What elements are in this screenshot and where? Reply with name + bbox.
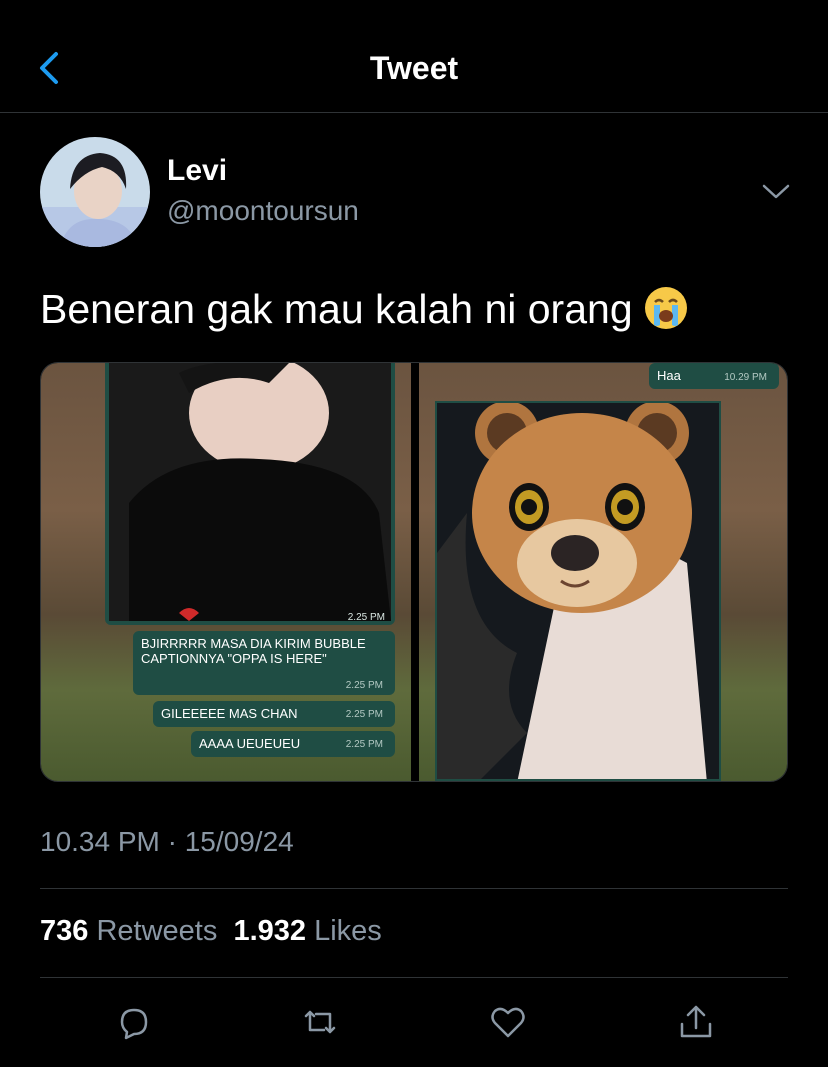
avatar[interactable] — [40, 137, 150, 247]
like-icon[interactable] — [488, 1002, 528, 1042]
retweets-count: 736 — [40, 915, 89, 947]
bear-filter-photo — [435, 401, 721, 781]
author-handle[interactable]: @moontoursun — [167, 195, 359, 227]
chat-bubble: BJIRRRRR MASA DIA KIRIM BUBBLE CAPTIONNY… — [133, 631, 395, 695]
tweet-stats: 736 Retweets 1.932 Likes — [40, 915, 382, 948]
retweets-label: Retweets — [96, 915, 218, 947]
crying-face-icon — [644, 287, 687, 330]
reply-icon[interactable] — [114, 1002, 154, 1042]
photo-message: 2.25 PM — [105, 363, 395, 625]
message-text: Haa — [657, 368, 681, 383]
message-time: 2.25 PM — [345, 739, 383, 750]
chat-bubble: Haa 10.29 PM — [649, 363, 779, 389]
retweets-stat[interactable]: 736 Retweets — [40, 915, 217, 947]
message-time: 2.25 PM — [345, 709, 383, 720]
page-title: Tweet — [369, 50, 459, 86]
chat-bubble: GILEEEEE MAS CHAN 2.25 PM — [153, 701, 395, 727]
message-time: 10.29 PM — [724, 372, 767, 383]
chat-bubble: AAAA UEUEUEU 2.25 PM — [191, 731, 395, 757]
likes-count: 1.932 — [233, 915, 307, 947]
likes-label: Likes — [314, 915, 382, 947]
top-bar: Tweet — [0, 0, 828, 113]
divider — [40, 888, 788, 889]
divider — [40, 977, 788, 978]
selfie-photo — [109, 363, 391, 621]
tweet-text: Beneran gak mau kalah ni orang — [40, 285, 689, 335]
tweet-body: Beneran gak mau kalah ni orang — [40, 286, 633, 332]
retweet-icon[interactable] — [300, 1002, 340, 1042]
tweet-media[interactable]: 2.25 PM BJIRRRRR MASA DIA KIRIM BUBBLE C… — [40, 362, 788, 782]
share-icon[interactable] — [676, 1002, 716, 1042]
message-line: BJIRRRRR MASA DIA KIRIM BUBBLE — [141, 636, 366, 651]
message-text: AAAA UEUEUEU — [199, 736, 301, 751]
media-image-left[interactable]: 2.25 PM BJIRRRRR MASA DIA KIRIM BUBBLE C… — [41, 363, 411, 781]
message-time: 2.25 PM — [345, 680, 383, 691]
photo-time: 2.25 PM — [347, 612, 385, 623]
media-image-right[interactable]: Haa 10.29 PM — [419, 363, 787, 781]
chevron-down-icon[interactable] — [758, 176, 794, 206]
likes-stat[interactable]: 1.932 Likes — [233, 915, 381, 947]
message-text: GILEEEEE MAS CHAN — [161, 706, 298, 721]
author-name[interactable]: Levi — [167, 154, 227, 188]
tweet-timestamp: 10.34 PM · 15/09/24 — [40, 826, 294, 857]
message-line: CAPTIONNYA "OPPA IS HERE" — [141, 651, 327, 666]
